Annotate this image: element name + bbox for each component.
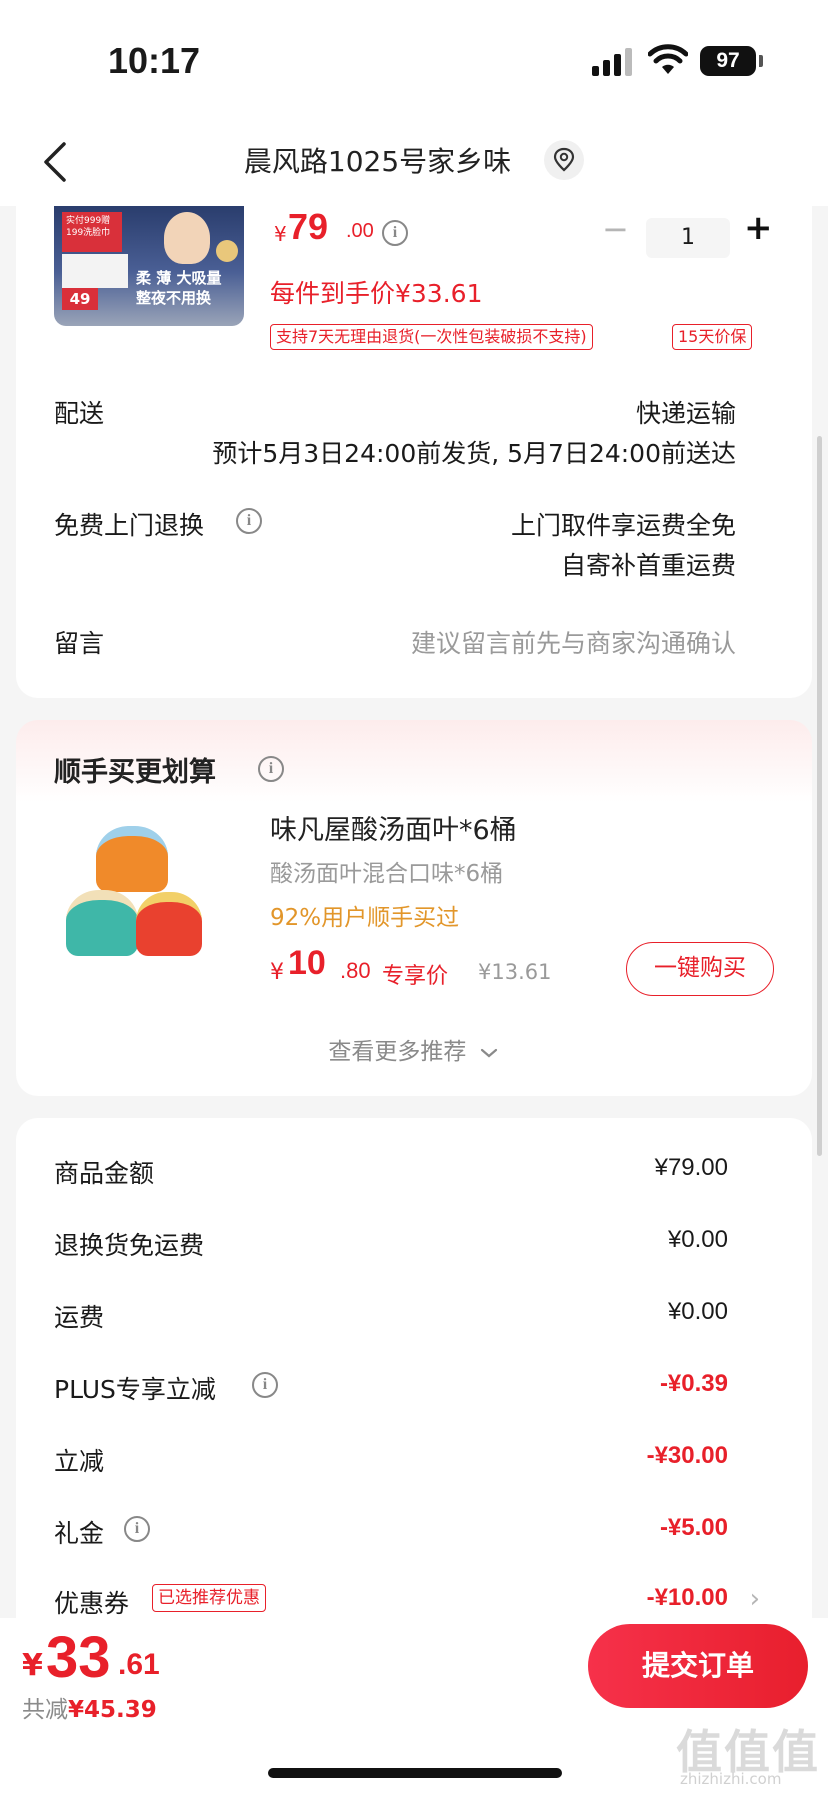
scrollbar[interactable] [817,436,822,1156]
recommended-price-label: 专享价 [382,964,449,989]
recommendation-card: 顺手买更划算 i 味凡屋酸汤面叶*6桶 酸汤面叶混合口味*6桶 92%用户顺手买… [16,720,812,1096]
wifi-icon [648,44,688,74]
recommended-price-decimal: .80 [340,958,371,983]
cellular-signal-icon [592,48,632,76]
recommendation-info-icon[interactable]: i [258,756,284,782]
noodle-cup-right [136,892,202,956]
recommended-price-integer: 10 [288,944,326,982]
product-image-badge [216,240,238,262]
summary-label-return-shipping: 退换货免运费 [54,1231,205,1260]
recommendation-title: 顺手买更划算 [54,757,216,788]
unit-final-price: 每件到手价¥33.61 [270,279,483,308]
total-currency: ¥ [22,1648,43,1683]
checkout-bar: ¥ 33 .61 共减¥45.39 提交订单 值值值 zhizhizhi.com [0,1618,828,1796]
watermark-url: zhizhizhi.com [680,1770,782,1788]
recommended-price-currency: ¥ [270,960,284,985]
recommended-product-spec: 酸汤面叶混合口味*6桶 [270,861,504,887]
quantity-minus-button[interactable]: − [602,210,629,248]
product-image-count: 49 [62,288,98,310]
slogan-line-2: 整夜不用换 [136,289,212,307]
quantity-plus-button[interactable]: + [744,208,773,248]
free-return-line-1: 上门取件享运费全免 [510,511,736,540]
summary-value-shipping: ¥0.00 [667,1298,728,1325]
chevron-down-icon [480,1048,497,1057]
battery-tip [759,55,763,67]
recommended-buy-rate: 92%用户顺手买过 [270,905,460,931]
total-integer: 33 [46,1625,111,1690]
order-item-card: 实付999赠 199洗脸巾 49 柔 薄 大吸量 整夜不用换 ¥ 79 .00 … [16,206,812,698]
message-input[interactable]: 建议留言前先与商家沟通确认 [411,624,736,660]
price-summary-card: 商品金额 ¥79.00 退换货免运费 ¥0.00 运费 ¥0.00 PLUS专享… [16,1118,812,1638]
status-bar: 10:17 97 [0,0,828,120]
price-integer: 79 [288,206,329,247]
summary-value-instant-discount: -¥30.00 [646,1442,728,1469]
more-recommendations-text: 查看更多推荐 [328,1039,467,1065]
saved-value: ¥45.39 [68,1697,157,1723]
address-text: 晨风路1025号家乡味 [243,145,512,178]
submit-order-button[interactable]: 提交订单 [588,1624,808,1708]
summary-label-instant-discount: 立减 [54,1447,105,1476]
nav-header: 晨风路1025号家乡味 [0,120,828,206]
noodle-cup-top [96,826,168,892]
recommended-product-name[interactable]: 味凡屋酸汤面叶*6桶 [270,808,517,847]
quantity-input[interactable]: 1 [646,218,730,258]
address-title[interactable]: 晨风路1025号家乡味 [0,140,828,180]
clock: 10:17 [108,40,201,81]
home-indicator[interactable] [268,1768,562,1778]
product-image-tag: 实付999赠 199洗脸巾 [62,212,122,252]
total-decimal: .61 [118,1648,160,1681]
more-recommendations-link[interactable]: 查看更多推荐 [16,1032,812,1066]
summary-label-shipping: 运费 [54,1303,105,1332]
free-return-info-icon[interactable]: i [236,508,262,534]
chevron-right-icon[interactable]: › [750,1584,760,1614]
product-image-baby [164,212,210,264]
price-info-icon[interactable]: i [382,220,408,246]
summary-label-plus-discount: PLUS专享立减 [54,1375,216,1404]
saved-label: 共减 [22,1697,68,1723]
summary-label-coupon: 优惠券 [54,1589,130,1618]
return-policy-tag: 支持7天无理由退货(一次性包装破损不支持) [270,324,593,350]
product-image[interactable]: 实付999赠 199洗脸巾 49 柔 薄 大吸量 整夜不用换 [54,206,244,326]
summary-value-plus-discount: -¥0.39 [659,1370,728,1397]
price-decimal: .00 [346,220,374,242]
one-click-buy-button[interactable]: 一键购买 [626,942,774,996]
recommended-product-image[interactable] [52,808,208,968]
summary-value-gift-money: -¥5.00 [659,1514,728,1541]
recommended-original-price: ¥13.61 [478,960,552,984]
free-return-line-2: 自寄补首重运费 [560,551,736,580]
noodle-cup-left [66,890,138,956]
free-return-label: 免费上门退换 [54,506,204,542]
battery-icon: 97 [700,46,756,76]
delivery-method[interactable]: 快递运输 [636,394,736,430]
plus-discount-info-icon[interactable]: i [252,1372,278,1398]
product-image-slogan: 柔 薄 大吸量 整夜不用换 [136,268,221,308]
delivery-label: 配送 [54,399,105,428]
free-return-label-text: 免费上门退换 [54,511,205,540]
summary-value-goods: ¥79.00 [654,1154,728,1181]
total-saved: 共减¥45.39 [22,1690,157,1724]
summary-value-return-shipping: ¥0.00 [667,1226,728,1253]
summary-label-goods: 商品金额 [54,1159,155,1188]
location-pin-icon[interactable] [544,140,585,180]
price-protect-tag: 15天价保 [672,324,753,350]
slogan-line-1: 柔 薄 大吸量 [136,269,222,287]
coupon-selected-tag: 已选推荐优惠 [152,1584,266,1612]
delivery-estimate: 预计5月3日24:00前发货, 5月7日24:00前送达 [212,439,736,468]
summary-value-coupon[interactable]: -¥10.00 [647,1584,728,1612]
product-image-wipes [62,254,128,288]
summary-label-gift-money: 礼金 [54,1519,105,1548]
price-currency: ¥ [274,222,287,246]
gift-money-info-icon[interactable]: i [124,1516,150,1542]
message-label: 留言 [54,629,105,658]
